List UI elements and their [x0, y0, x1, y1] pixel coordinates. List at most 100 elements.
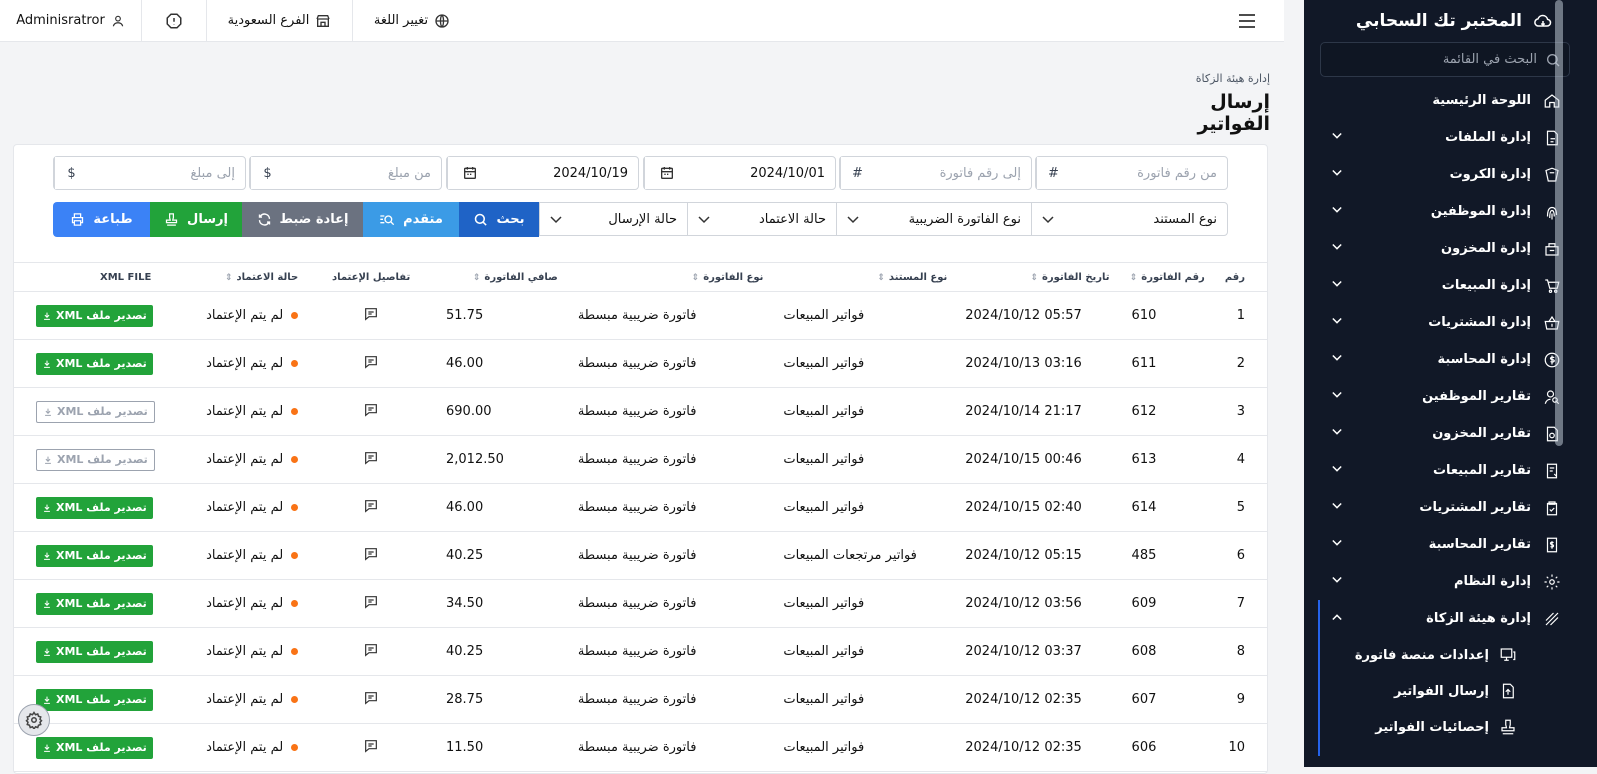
to-amount-field[interactable]: إلى مبلغ $ [53, 156, 246, 190]
download-icon [44, 552, 50, 560]
export-xml-button[interactable]: تصدير ملف XML [36, 352, 153, 375]
sidebar-item-2[interactable]: إدارة الكروت [1304, 156, 1597, 193]
from-invoice-field[interactable]: من رقم فاتورة # [1035, 156, 1228, 190]
sidebar-subitem-1[interactable]: إرسال الفواتير [1304, 673, 1597, 709]
from-amount-field[interactable]: من مبلغ $ [249, 156, 442, 190]
export-xml-button[interactable]: تصدير ملف XML [36, 448, 155, 471]
sidebar-subitem-label: إحصائيات الفواتير [1375, 719, 1489, 735]
export-xml-button[interactable]: تصدير ملف XML [36, 592, 153, 615]
row-index: 1 [1212, 291, 1267, 340]
print-button[interactable]: طباعة [53, 202, 150, 237]
column-header-label: صافي الفاتورة [484, 271, 558, 283]
approval-details-cell [306, 675, 436, 724]
branch-menu[interactable]: الفرع السعودية [207, 0, 353, 42]
calendar-addon[interactable] [447, 157, 491, 189]
sidebar-item-10[interactable]: تقارير المبيعات [1304, 452, 1597, 489]
document-type: فواتير المبيعات [771, 723, 956, 772]
reset-button[interactable]: إعادة ضبط [242, 202, 363, 237]
menu-toggle-icon[interactable] [1238, 14, 1256, 28]
sidebar-item-5[interactable]: إدارة المبيعات [1304, 267, 1597, 304]
calendar-icon [463, 167, 476, 179]
row-index: 4 [1212, 435, 1267, 484]
invoice-type: فاتورة ضريبية مبسطة [565, 339, 772, 388]
chat-icon[interactable] [363, 594, 379, 610]
sidebar-item-13[interactable]: إدارة النظام [1304, 563, 1597, 600]
export-xml-button[interactable]: تصدير ملف XML [36, 736, 153, 759]
sidebar-item-8[interactable]: تقارير الموظفين [1304, 378, 1597, 415]
chat-icon[interactable] [363, 546, 379, 562]
sidebar-item-1[interactable]: إدارة الملفات [1304, 119, 1597, 156]
sidebar-item-11[interactable]: تقارير المشتريات [1304, 489, 1597, 526]
export-xml-button[interactable]: تصدير ملف XML [36, 496, 153, 519]
sidebar-search[interactable]: البحث في القائمة [1320, 42, 1570, 77]
chat-icon[interactable] [363, 354, 379, 370]
column-header[interactable]: نوع الفاتورة⇕ [565, 262, 772, 292]
breadcrumb[interactable]: إدارة هيئة الزكاة [1186, 72, 1270, 85]
doc-type-select[interactable]: نوع المستند [1031, 202, 1228, 236]
chat-icon[interactable] [363, 402, 379, 418]
export-xml-button[interactable]: تصدير ملف XML [36, 688, 153, 711]
invoice-number: 613 [1117, 435, 1213, 484]
approval-status-label: حالة الاعتماد [758, 211, 826, 227]
chevron-down-icon [1332, 317, 1342, 324]
document-type: فواتير المبيعات [771, 579, 956, 628]
send-status-select[interactable]: حالة الإرسال [539, 202, 688, 236]
chat-icon[interactable] [363, 738, 379, 754]
export-xml-button[interactable]: تصدير ملف XML [36, 400, 155, 423]
approval-status-cell: لم يتم الإعتماد [176, 387, 307, 436]
to-invoice-field[interactable]: إلى رقم فاتورة # [839, 156, 1032, 190]
sales-report-icon [1543, 462, 1561, 480]
export-xml-button[interactable]: تصدير ملف XML [36, 304, 153, 327]
invoice-type: فاتورة ضريبية مبسطة [565, 387, 772, 436]
sidebar-item-label: إدارة الكروت [1449, 167, 1531, 182]
sidebar-item-9[interactable]: تقارير المخزون [1304, 415, 1597, 452]
export-xml-button[interactable]: تصدير ملف XML [36, 640, 153, 663]
sidebar-item-0[interactable]: اللوحة الرئيسية [1304, 82, 1597, 119]
search-button[interactable]: بحث [459, 202, 539, 237]
date-to-field[interactable]: 2024/10/19 [446, 156, 639, 190]
user-menu[interactable]: Adminisratror [0, 0, 142, 42]
status-dot [291, 744, 299, 751]
sidebar-subitem-2[interactable]: إحصائيات الفواتير [1304, 709, 1597, 745]
sidebar-item-3[interactable]: إدارة الموظفين [1304, 193, 1597, 230]
language-menu[interactable]: تغيير اللغة [353, 0, 471, 42]
scrollbar[interactable] [1555, 0, 1563, 446]
export-xml-button[interactable]: تصدير ملف XML [36, 544, 153, 567]
column-header[interactable]: حالة الاعتماد⇕ [176, 262, 307, 292]
advanced-button[interactable]: متقدم [363, 202, 459, 237]
chat-icon[interactable] [363, 690, 379, 706]
upload-icon [1499, 682, 1517, 700]
status-dot [291, 696, 299, 703]
settings-float-button[interactable] [18, 704, 50, 736]
chat-icon[interactable] [363, 498, 379, 514]
tax-invoice-type-select[interactable]: نوع الفاتورة الضريبية [836, 202, 1032, 236]
sidebar-item-12[interactable]: تقارير المحاسبة [1304, 526, 1597, 563]
sidebar-item-7[interactable]: إدارة المحاسبة [1304, 341, 1597, 378]
brand[interactable]: المختبر تك السحابي [1356, 6, 1554, 36]
invoice-number: 606 [1117, 723, 1213, 772]
column-header[interactable]: تاريخ الفاتورة⇕ [955, 262, 1118, 292]
sidebar-subitem-0[interactable]: إعدادات منصة فاتورة [1304, 637, 1597, 673]
export-xml-label: تصدير ملف XML [56, 597, 147, 610]
send-button-label: إرسال [187, 212, 228, 227]
chat-icon[interactable] [363, 642, 379, 658]
approval-status-cell: لم يتم الإعتماد [176, 435, 307, 484]
send-button[interactable]: إرسال [150, 202, 242, 237]
column-header[interactable]: رقم الفاتورة⇕ [1117, 262, 1213, 292]
sidebar-item-label: إدارة المبيعات [1441, 278, 1531, 293]
sidebar-item-14[interactable]: إدارة هيئة الزكاة [1304, 600, 1597, 756]
approval-status-select[interactable]: حالة الاعتماد [687, 202, 837, 236]
sidebar-item-4[interactable]: إدارة المخزون [1304, 230, 1597, 267]
chat-icon[interactable] [363, 306, 379, 322]
sidebar-item-6[interactable]: إدارة المشتريات [1304, 304, 1597, 341]
alert-button[interactable] [142, 0, 207, 42]
chat-icon[interactable] [363, 450, 379, 466]
stamp-icon [1499, 718, 1517, 736]
column-header[interactable]: نوع المستند⇕ [771, 262, 956, 292]
export-xml-label: تصدير ملف XML [56, 357, 147, 370]
calendar-addon[interactable] [644, 157, 688, 189]
status-dot [291, 312, 299, 319]
column-header[interactable]: صافي الفاتورة⇕ [436, 262, 566, 292]
date-to-value: 2024/10/19 [553, 165, 628, 181]
date-from-field[interactable]: 2024/10/01 [643, 156, 836, 190]
